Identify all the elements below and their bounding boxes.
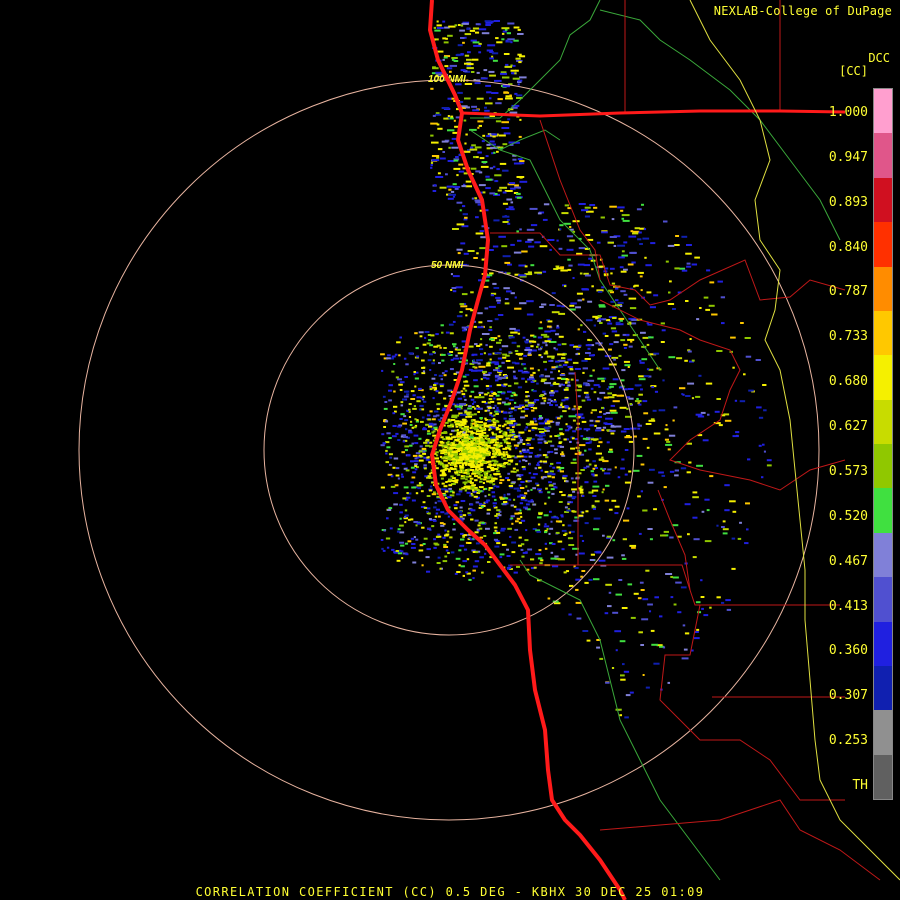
color-scale-tick-label: 1.000 bbox=[828, 105, 868, 120]
color-scale-tick-label: 0.893 bbox=[828, 194, 868, 210]
color-scale-tick-label: 0.307 bbox=[828, 688, 868, 704]
color-scale-segment bbox=[874, 621, 892, 666]
color-scale-segment bbox=[874, 89, 892, 134]
color-scale-segment bbox=[874, 310, 892, 356]
legend-title: DCC [CC] bbox=[839, 52, 890, 78]
color-scale-tick-label: 0.520 bbox=[828, 508, 868, 524]
color-scale-bar bbox=[873, 88, 893, 800]
color-scale-tick-label: 0.573 bbox=[828, 463, 868, 479]
color-scale-tick-label: TH bbox=[852, 778, 868, 793]
color-scale-tick-label: 0.680 bbox=[828, 374, 868, 390]
legend-units: [CC] bbox=[839, 64, 868, 78]
product-footer: CORRELATION COEFFICIENT (CC) 0.5 DEG - K… bbox=[195, 885, 705, 899]
color-scale-tick-label: 0.467 bbox=[828, 553, 868, 569]
color-scale-tick-label: 0.787 bbox=[828, 284, 868, 300]
color-scale-segment bbox=[874, 177, 892, 223]
color-scale-segment bbox=[874, 710, 892, 755]
color-scale-tick-label: 0.360 bbox=[828, 643, 868, 659]
color-scale-segment bbox=[874, 488, 892, 533]
color-scale-tick-label: 0.627 bbox=[828, 419, 868, 435]
color-scale-segment bbox=[874, 355, 892, 400]
color-scale-segment bbox=[874, 222, 892, 267]
color-scale-tick-label: 0.253 bbox=[828, 733, 868, 749]
color-scale-tick-label: 0.947 bbox=[828, 149, 868, 165]
color-scale-segment bbox=[874, 399, 892, 444]
color-scale-tick-label: 0.733 bbox=[828, 329, 868, 345]
radar-map: 50 NMI 100 NMI bbox=[0, 0, 900, 900]
range-ring-label-50: 50 NMI bbox=[431, 260, 463, 271]
color-scale-tick-label: 0.840 bbox=[828, 239, 868, 255]
color-scale-segment bbox=[874, 532, 892, 578]
color-scale-segment bbox=[874, 266, 892, 311]
color-scale-segment bbox=[874, 133, 892, 178]
color-scale-segment bbox=[874, 577, 892, 622]
credit-label: NEXLAB-College of DuPage bbox=[713, 4, 892, 18]
color-scale-segment bbox=[874, 444, 892, 489]
color-scale-segment bbox=[874, 754, 892, 799]
color-scale-segment bbox=[874, 665, 892, 711]
color-scale-tick-label: 0.413 bbox=[828, 598, 868, 614]
